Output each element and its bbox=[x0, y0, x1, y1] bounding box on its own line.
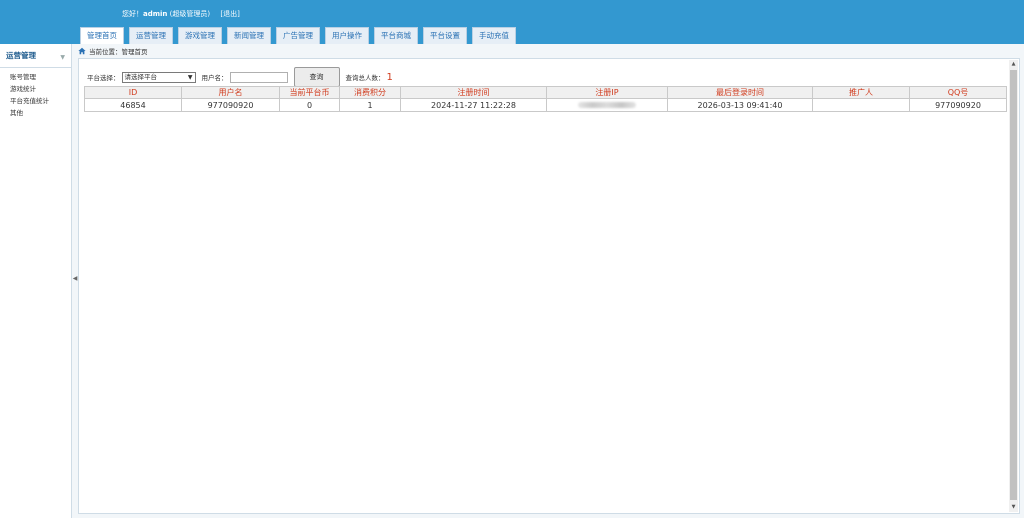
sidebar-title-label: 运营管理 bbox=[6, 51, 36, 60]
username: admin bbox=[143, 10, 168, 18]
user-role: (超级管理员) bbox=[169, 10, 211, 18]
chevron-down-icon: ▼ bbox=[187, 73, 193, 81]
main-nav: 管理首页 运营管理 游戏管理 新闻管理 广告管理 用户操作 平台商城 平台设置 … bbox=[80, 27, 521, 44]
search-toolbar: 平台选择： 请选择平台 ▼ 用户名： 查询 查询总人数： 1 bbox=[87, 66, 393, 88]
greeting: 您好！admin (超级管理员) [退出] bbox=[122, 9, 240, 19]
redacted-ip bbox=[578, 102, 636, 108]
table-row[interactable]: 46854 977090920 0 1 2024-11-27 11:22:28 … bbox=[84, 98, 1007, 112]
sidebar-menu: 账号管理 游戏统计 平台充值统计 其他 bbox=[0, 68, 71, 119]
table-header-row: ID 用户名 当前平台币 消费积分 注册时间 注册IP 最后登录时间 推广人 Q… bbox=[84, 86, 1007, 99]
col-header-reg-ip: 注册IP bbox=[546, 86, 668, 99]
cell-username: 977090920 bbox=[181, 98, 280, 112]
tab-ads[interactable]: 广告管理 bbox=[276, 27, 320, 44]
username-input[interactable] bbox=[229, 71, 288, 83]
main-panel: 平台选择： 请选择平台 ▼ 用户名： 查询 查询总人数： 1 ID 用户名 当前… bbox=[78, 58, 1020, 514]
col-header-username: 用户名 bbox=[181, 86, 280, 99]
col-header-qq: QQ号 bbox=[909, 86, 1007, 99]
sidebar-item-game-stats[interactable]: 游戏统计 bbox=[0, 83, 71, 95]
cell-promoter bbox=[812, 98, 910, 112]
vertical-scrollbar[interactable]: ▲ ▼ bbox=[1009, 60, 1018, 512]
cell-last-login: 2026-03-13 09:41:40 bbox=[667, 98, 813, 112]
top-header: 您好！admin (超级管理员) [退出] 管理首页 运营管理 游戏管理 新闻管… bbox=[0, 0, 1024, 44]
cell-id: 46854 bbox=[84, 98, 182, 112]
home-icon bbox=[78, 47, 86, 55]
cell-reg-ip bbox=[546, 98, 668, 112]
sidebar-title[interactable]: 运营管理 ▼ bbox=[0, 50, 71, 68]
col-header-promoter: 推广人 bbox=[812, 86, 910, 99]
tab-games[interactable]: 游戏管理 bbox=[178, 27, 222, 44]
count-label: 查询总人数： bbox=[345, 74, 385, 82]
sidebar-item-other[interactable]: 其他 bbox=[0, 107, 71, 119]
username-label: 用户名： bbox=[201, 74, 228, 82]
platform-select[interactable]: 请选择平台 ▼ bbox=[121, 71, 196, 83]
scroll-up-icon[interactable]: ▲ bbox=[1009, 60, 1018, 69]
tab-home[interactable]: 管理首页 bbox=[80, 27, 124, 44]
platform-select-value: 请选择平台 bbox=[124, 72, 158, 81]
greeting-prefix: 您好！ bbox=[122, 10, 143, 18]
tab-user-ops[interactable]: 用户操作 bbox=[325, 27, 369, 44]
tab-mall[interactable]: 平台商城 bbox=[374, 27, 418, 44]
scroll-down-icon[interactable]: ▼ bbox=[1009, 503, 1018, 512]
cell-reg-time: 2024-11-27 11:22:28 bbox=[400, 98, 547, 112]
sidebar-item-recharge-stats[interactable]: 平台充值统计 bbox=[0, 95, 71, 107]
breadcrumb-prefix: 当前位置： bbox=[89, 48, 122, 56]
sidebar-item-accounts[interactable]: 账号管理 bbox=[0, 71, 71, 83]
logout-link[interactable]: [退出] bbox=[220, 10, 239, 18]
col-header-reg-time: 注册时间 bbox=[400, 86, 547, 99]
tab-news[interactable]: 新闻管理 bbox=[227, 27, 271, 44]
col-header-platform-coins: 当前平台币 bbox=[279, 86, 340, 99]
tab-operations[interactable]: 运营管理 bbox=[129, 27, 173, 44]
cell-points: 1 bbox=[339, 98, 401, 112]
breadcrumb: 当前位置： 管理首页 bbox=[78, 46, 148, 56]
platform-label: 平台选择： bbox=[87, 74, 120, 82]
user-table: ID 用户名 当前平台币 消费积分 注册时间 注册IP 最后登录时间 推广人 Q… bbox=[84, 86, 1007, 112]
breadcrumb-current: 管理首页 bbox=[121, 48, 148, 56]
chevron-down-icon[interactable]: ▼ bbox=[60, 52, 65, 64]
col-header-points: 消费积分 bbox=[339, 86, 401, 99]
count-value: 1 bbox=[386, 71, 393, 83]
scroll-thumb[interactable] bbox=[1010, 70, 1017, 500]
col-header-id: ID bbox=[84, 86, 182, 99]
sidebar: 运营管理 ▼ 账号管理 游戏统计 平台充值统计 其他 bbox=[0, 44, 72, 518]
tab-manual-recharge[interactable]: 手动充值 bbox=[472, 27, 516, 44]
cell-platform-coins: 0 bbox=[279, 98, 340, 112]
col-header-last-login: 最后登录时间 bbox=[667, 86, 813, 99]
query-button[interactable]: 查询 bbox=[293, 67, 340, 87]
tab-settings[interactable]: 平台设置 bbox=[423, 27, 467, 44]
cell-qq: 977090920 bbox=[909, 98, 1007, 112]
